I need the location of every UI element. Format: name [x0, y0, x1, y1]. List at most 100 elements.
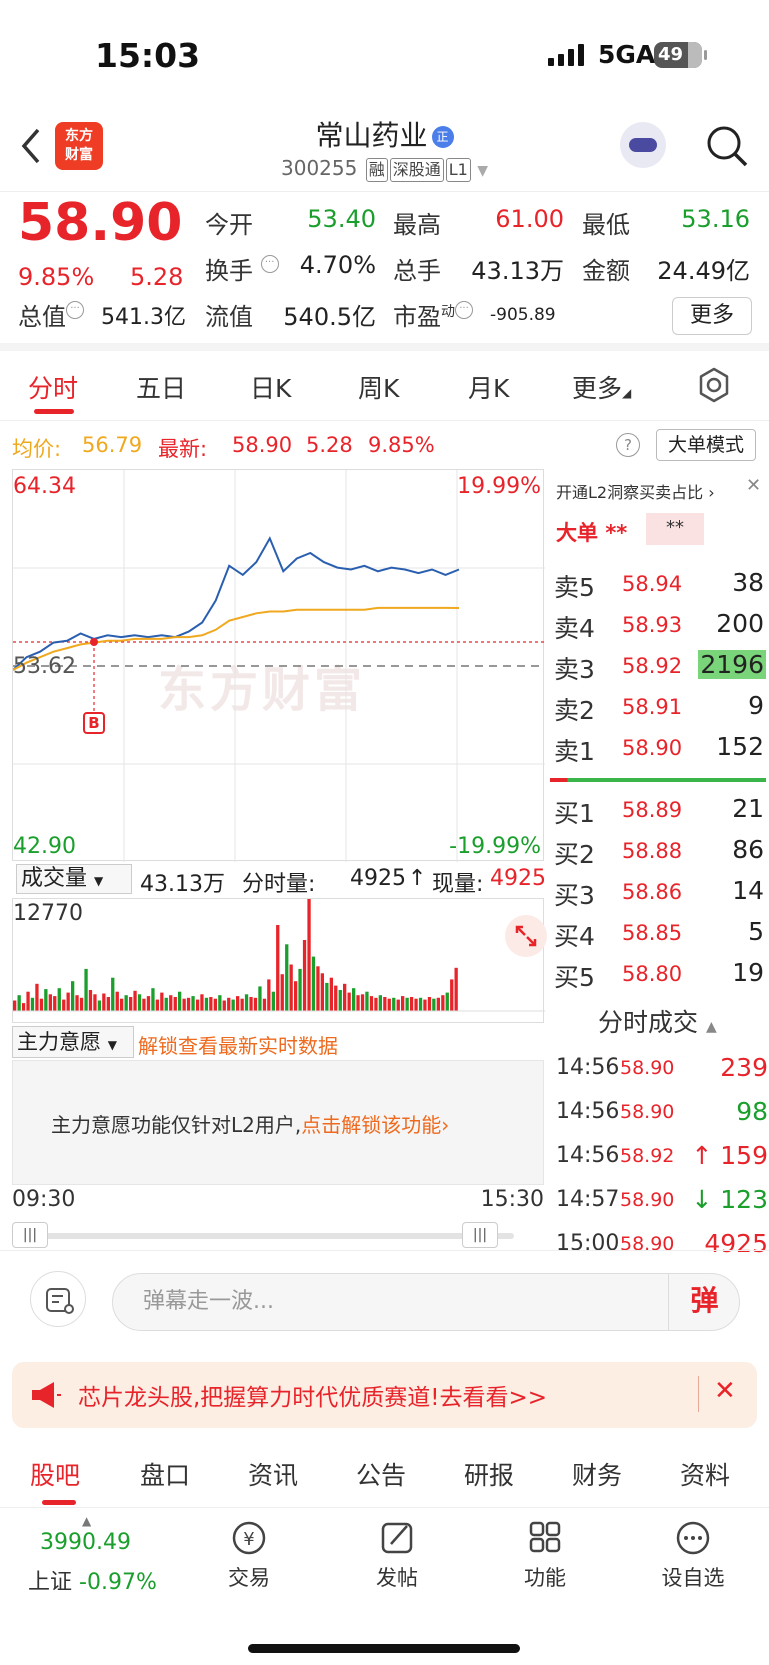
- volume-bar: [396, 999, 400, 1011]
- unlock-link[interactable]: 点击解锁该功能: [301, 1113, 441, 1137]
- volume-bar: [120, 998, 124, 1011]
- caret-up-icon: ▲: [82, 1514, 92, 1528]
- ask-row[interactable]: 卖3 58.92 2196: [554, 646, 766, 686]
- big-order-masked: **: [646, 513, 704, 545]
- volume-bar: [186, 997, 191, 1011]
- volume-bar: [88, 990, 93, 1011]
- functions-button[interactable]: 功能: [500, 1518, 590, 1592]
- bid-row[interactable]: 买2 58.88 86: [554, 831, 766, 871]
- volume-bar: [418, 997, 423, 1011]
- volume-bar: [436, 997, 440, 1011]
- price-chart-svg: [13, 470, 545, 862]
- unlock-hint[interactable]: 解锁查看最新实时数据: [138, 1030, 338, 1059]
- stock-header: 东方 财富 常山药业正 300255 融深股通 L1 ▼: [0, 110, 769, 192]
- volume-bar: [334, 985, 338, 1011]
- tab-news[interactable]: 资讯: [248, 1456, 298, 1492]
- volume-select[interactable]: 成交量 ▼: [16, 864, 132, 894]
- index-value[interactable]: 3990.49: [40, 1530, 131, 1555]
- trade-row: 14:56 58.92 ↑ 159: [556, 1141, 768, 1170]
- expand-icon[interactable]: [505, 915, 547, 957]
- gear-icon[interactable]: [696, 367, 732, 403]
- more-button[interactable]: 更多: [672, 297, 752, 335]
- close-icon[interactable]: ✕: [746, 475, 761, 496]
- volume-bar: [374, 997, 378, 1011]
- volume-chart[interactable]: 12770: [12, 898, 547, 1023]
- main-force-bar: 主力意愿 ▼ 解锁查看最新实时数据: [12, 1024, 544, 1060]
- current-price: 58.90: [18, 193, 183, 253]
- ask-row[interactable]: 卖4 58.93 200: [554, 605, 766, 645]
- tab-announcements[interactable]: 公告: [356, 1456, 406, 1492]
- bid-ask-ratio-bar: [550, 778, 766, 782]
- ask-row[interactable]: 卖1 58.90 152: [554, 728, 766, 768]
- promo-text[interactable]: 芯片龙头股,把握算力时代优质赛道!去看看>>: [78, 1378, 547, 1412]
- ask-row[interactable]: 卖5 58.94 38: [554, 564, 766, 604]
- intraday-chart[interactable]: 东方财富 64.34 19.99% 53.62 42.90 -19.99% B: [12, 469, 545, 862]
- trade-button[interactable]: ¥ 交易: [204, 1518, 294, 1592]
- info-icon[interactable]: ···: [66, 301, 84, 319]
- volume-bar: [244, 994, 249, 1011]
- volume-bar: [347, 992, 351, 1011]
- volume-bar: [409, 997, 414, 1011]
- signal-icon: [548, 44, 584, 66]
- volume-bar: [155, 999, 159, 1011]
- tab-five-day[interactable]: 五日: [136, 369, 186, 405]
- tab-profile[interactable]: 资料: [680, 1456, 730, 1492]
- volume-bar: [93, 994, 97, 1011]
- volume-bar: [173, 997, 177, 1011]
- main-force-select[interactable]: 主力意愿 ▼: [12, 1026, 134, 1058]
- low-label: 最低: [582, 211, 630, 239]
- volume-bar: [267, 979, 271, 1011]
- l2-upgrade-link[interactable]: 开通L2洞察买卖占比 ›: [556, 479, 715, 503]
- tab-indicator: [34, 409, 74, 414]
- volume-bar: [164, 997, 168, 1011]
- up-arrow-icon: ↑: [408, 866, 427, 891]
- slider-handle-right[interactable]: |||: [462, 1222, 498, 1248]
- tab-monthly-k[interactable]: 月K: [468, 369, 509, 405]
- battery-icon: 49: [654, 42, 707, 68]
- promo-banner[interactable]: 芯片龙头股,把握算力时代优质赛道!去看看>> ✕: [12, 1362, 757, 1428]
- info-icon[interactable]: ···: [260, 255, 279, 273]
- tab-intraday[interactable]: 分时: [28, 369, 78, 405]
- search-icon[interactable]: [705, 124, 749, 168]
- bid-row[interactable]: 买1 58.89 21: [554, 790, 766, 830]
- volume-bar: [13, 1000, 17, 1011]
- tab-daily-k[interactable]: 日K: [250, 369, 291, 405]
- buy-marker[interactable]: B: [83, 712, 105, 734]
- post-button[interactable]: 发帖: [352, 1518, 442, 1592]
- bid-row[interactable]: 买4 58.85 5: [554, 913, 766, 953]
- volume-bar: [71, 981, 75, 1011]
- volume-label: 总手: [393, 257, 441, 285]
- tab-handicap[interactable]: 盘口: [140, 1456, 190, 1492]
- help-icon[interactable]: ?: [616, 433, 640, 457]
- time-range-slider[interactable]: ||| |||: [12, 1222, 544, 1248]
- assistant-robot-icon[interactable]: [620, 122, 666, 168]
- tab-forum[interactable]: 股吧: [30, 1456, 80, 1492]
- latest-label: 最新:: [158, 437, 208, 461]
- tab-more[interactable]: 更多◢: [572, 369, 631, 405]
- info-icon[interactable]: ···: [455, 301, 473, 319]
- slider-handle-left[interactable]: |||: [12, 1222, 48, 1248]
- bid-row[interactable]: 买5 58.80 19: [554, 954, 766, 994]
- bid-row[interactable]: 买3 58.86 14: [554, 872, 766, 912]
- ask-row[interactable]: 卖2 58.91 9: [554, 687, 766, 727]
- index-row[interactable]: 上证 -0.97%: [28, 1564, 157, 1596]
- open-label: 今开: [205, 211, 253, 239]
- tab-weekly-k[interactable]: 周K: [358, 369, 399, 405]
- trades-title[interactable]: 分时成交 ▲: [598, 1003, 717, 1039]
- big-order-mode-button[interactable]: 大单模式: [656, 429, 756, 461]
- danmu-button[interactable]: 弹: [668, 1273, 740, 1331]
- buy-point: [90, 638, 98, 646]
- close-icon[interactable]: ✕: [714, 1376, 736, 1406]
- volume-bar: [182, 998, 186, 1011]
- comment-settings-icon[interactable]: [30, 1271, 86, 1327]
- tab-finance[interactable]: 财务: [572, 1456, 622, 1492]
- volume-max-label: 12770: [13, 901, 83, 926]
- danmu-input[interactable]: 弹幕走一波...: [112, 1273, 740, 1331]
- current-volume-label: 现量:: [432, 872, 484, 897]
- volume-bar: [276, 925, 280, 1011]
- volume-bar: [236, 996, 240, 1011]
- volume-total: 43.13万: [140, 872, 225, 897]
- volume-bar: [53, 996, 57, 1011]
- tab-research[interactable]: 研报: [464, 1456, 514, 1492]
- watchlist-button[interactable]: 设自选: [648, 1518, 738, 1592]
